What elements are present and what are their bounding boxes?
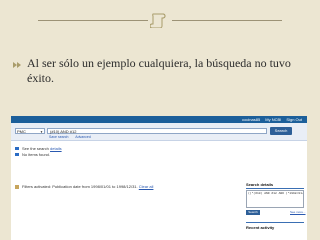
- topbar-link[interactable]: cocinas85: [242, 117, 260, 122]
- info-icon: [15, 153, 19, 157]
- title-rule-left: [38, 20, 148, 21]
- chevron-down-icon: ▼: [40, 130, 43, 134]
- database-select[interactable]: PMC ▼: [15, 128, 45, 134]
- info-icon: [15, 147, 19, 151]
- search-details-title: Search details: [246, 182, 274, 187]
- topbar-link[interactable]: My NCBI: [265, 117, 281, 122]
- recent-activity-title: Recent activity: [246, 225, 275, 230]
- topbar-links: cocinas85 My NCBI Sign Out: [238, 116, 302, 123]
- search-details-query[interactable]: (("(#10) AND #12 AND ("1998/01/01"[PDAT]…: [246, 190, 304, 208]
- scroll-ornament-icon: [150, 13, 166, 28]
- title-rule-right: [172, 20, 282, 21]
- save-search-link[interactable]: Save search: [49, 135, 68, 139]
- see-more-link[interactable]: See more...: [290, 210, 306, 215]
- bullet-arrow-icon: [13, 62, 21, 68]
- search-bar: PMC ▼ (#10) AND #12 Search Save search A…: [11, 123, 307, 141]
- filters-notice: Filters activated: Publication date from…: [15, 184, 155, 189]
- details-link[interactable]: details: [50, 146, 62, 151]
- recent-activity-rule: [246, 222, 304, 223]
- search-details-notice: See the search details: [15, 146, 62, 151]
- search-sublinks: Save search Advanced: [49, 135, 97, 139]
- pubmed-screenshot: cocinas85 My NCBI Sign Out PMC ▼ (#10) A…: [11, 116, 307, 240]
- bullet-text: Al ser sólo un ejemplo cualquiera, la bú…: [27, 56, 291, 85]
- database-value: PMC: [17, 129, 26, 134]
- search-details-rule: [246, 188, 304, 189]
- no-items-notice: No items found.: [15, 152, 50, 157]
- search-input[interactable]: (#10) AND #12: [47, 128, 267, 134]
- details-search-button[interactable]: Search: [246, 210, 260, 215]
- clear-all-link[interactable]: Clear all: [139, 184, 154, 189]
- presentation-slide: Al ser sólo un ejemplo cualquiera, la bú…: [0, 0, 320, 240]
- topbar-link[interactable]: Sign Out: [286, 117, 302, 122]
- search-button[interactable]: Search: [270, 127, 292, 135]
- filter-icon: [15, 184, 19, 189]
- ncbi-topbar: cocinas85 My NCBI Sign Out: [11, 116, 307, 123]
- advanced-link[interactable]: Advanced: [75, 135, 91, 139]
